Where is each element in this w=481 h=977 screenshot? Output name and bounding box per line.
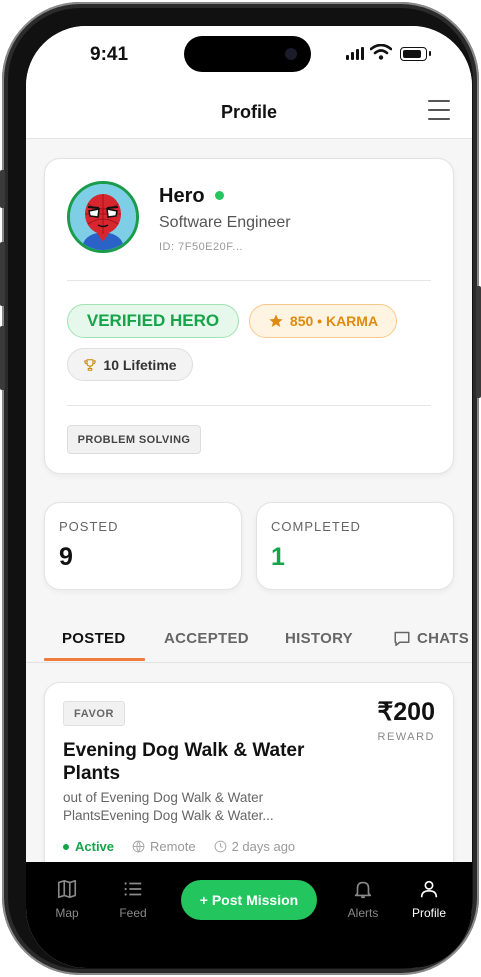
silent-switch [0, 170, 5, 208]
hero-mask-icon [70, 184, 136, 250]
volume-up-button [0, 242, 5, 306]
mission-category-tag: FAVOR [63, 701, 126, 726]
nav-profile-label: Profile [411, 906, 446, 920]
status-bar: 9:41 [26, 26, 472, 86]
status-time: 9:41 [90, 44, 129, 65]
chat-bubble-icon [394, 631, 410, 646]
list-icon [124, 882, 142, 896]
star-icon [269, 314, 283, 327]
phone-frame: 9:41 Profile Hero Software Engineer ID: … [2, 2, 479, 975]
clock-icon [214, 840, 226, 853]
nav-map-label: Map [55, 906, 79, 920]
nav-alerts-label: Alerts [347, 906, 379, 920]
hamburger-menu-icon[interactable] [428, 100, 450, 122]
mission-meta: Active Remote 2 days ago [63, 839, 295, 854]
profile-name: Hero [159, 185, 205, 207]
reward-label: REWARD [377, 731, 435, 743]
nav-profile[interactable]: Profile [399, 878, 459, 920]
nav-feed[interactable]: Feed [103, 878, 163, 920]
battery-icon [400, 47, 427, 61]
wifi-icon [370, 44, 392, 60]
signal-icon [346, 47, 364, 60]
mission-posted-time: 2 days ago [214, 839, 296, 854]
mission-reward: ₹200 [377, 698, 435, 726]
stat-card-posted[interactable]: POSTED 9 [44, 502, 242, 590]
battery-tip [429, 51, 431, 56]
divider [67, 405, 431, 406]
user-icon [420, 880, 438, 898]
bottom-nav: Map Feed + Post Mission Alerts Profile [26, 862, 472, 968]
stat-value: 1 [271, 543, 285, 571]
stat-label: COMPLETED [271, 519, 361, 534]
camera-icon [285, 48, 297, 60]
power-button [476, 286, 481, 398]
mission-description: out of Evening Dog Walk & Water PlantsEv… [63, 790, 274, 823]
stat-card-completed[interactable]: COMPLETED 1 [256, 502, 454, 590]
screen: 9:41 Profile Hero Software Engineer ID: … [26, 26, 472, 968]
profile-job-title: Software Engineer [159, 214, 291, 231]
tab-accepted[interactable]: ACCEPTED [164, 630, 249, 647]
nav-feed-label: Feed [119, 906, 147, 920]
tab-chats[interactable]: CHATS [393, 630, 469, 647]
post-mission-button[interactable]: + Post Mission [181, 880, 317, 920]
verified-hero-badge: VERIFIED HERO [67, 304, 239, 338]
globe-icon [132, 840, 145, 853]
phone-bezel: 9:41 Profile Hero Software Engineer ID: … [8, 8, 473, 969]
tab-posted[interactable]: POSTED [62, 630, 125, 647]
profile-id: ID: 7F50E20F... [159, 241, 243, 253]
profile-card: Hero Software Engineer ID: 7F50E20F... V… [44, 158, 454, 474]
lifetime-badge: 10 Lifetime [67, 348, 193, 381]
divider [67, 280, 431, 281]
nav-map[interactable]: Map [37, 878, 97, 920]
trophy-icon [84, 358, 97, 371]
skill-tag: PROBLEM SOLVING [67, 425, 201, 454]
online-status-dot [215, 191, 224, 200]
bell-icon [354, 881, 372, 899]
map-icon [57, 879, 77, 899]
tab-bar: POSTED ACCEPTED HISTORY CHATS [26, 618, 472, 663]
mission-posted-label: 2 days ago [231, 839, 296, 854]
stat-value: 9 [59, 543, 73, 571]
tab-history[interactable]: HISTORY [285, 630, 353, 647]
mission-location-label: Remote [150, 839, 196, 854]
mission-location: Remote [132, 839, 196, 854]
avatar[interactable] [67, 181, 139, 253]
stat-label: POSTED [59, 519, 119, 534]
mission-title: Evening Dog Walk & Water Plants [63, 740, 305, 784]
tab-chats-label: CHATS [417, 630, 470, 647]
page-title: Profile [220, 102, 277, 122]
active-tab-indicator [44, 658, 145, 661]
lifetime-badge-label: 10 Lifetime [103, 356, 177, 373]
mission-status: Active [63, 839, 114, 854]
app-header: Profile [26, 86, 472, 139]
karma-badge-label: 850 • KARMA [289, 313, 379, 329]
karma-badge: 850 • KARMA [249, 304, 397, 338]
nav-alerts[interactable]: Alerts [333, 878, 393, 920]
volume-down-button [0, 326, 5, 390]
dynamic-island [184, 36, 311, 72]
